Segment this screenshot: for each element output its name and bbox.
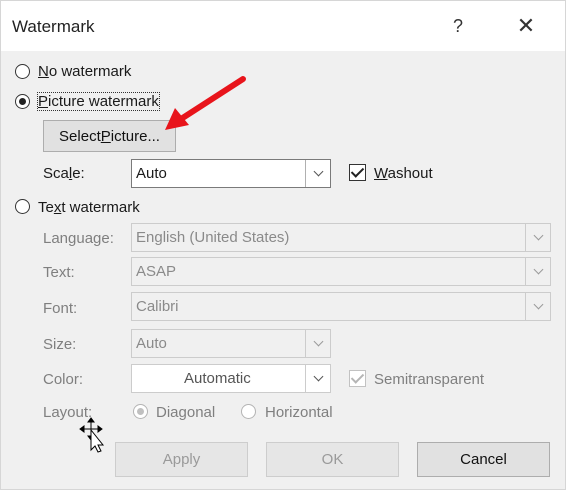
scale-value: Auto [136,165,167,182]
color-value: Automatic [184,370,251,387]
close-button[interactable]: ✕ [506,9,546,43]
picture-watermark-radio[interactable] [15,94,30,109]
red-arrow-annotation [165,76,246,130]
apply-button[interactable]: Apply [115,442,248,477]
no-watermark-radio[interactable] [15,64,30,79]
title-bar: Watermark ? ✕ [1,1,565,51]
scale-combo[interactable]: Auto [131,159,331,188]
diagonal-radio[interactable] [133,404,148,419]
cancel-button[interactable]: Cancel [417,442,550,477]
help-button[interactable]: ? [438,9,478,43]
checkmark-icon [350,370,365,384]
size-combo[interactable]: Auto [131,329,331,358]
text-label: Text: [43,264,75,281]
language-value: English (United States) [136,229,290,246]
size-label: Size: [43,336,77,353]
text-watermark-label[interactable]: Text watermark [38,199,140,216]
font-combo[interactable]: Calibri [131,292,551,321]
washout-checkbox[interactable] [349,164,366,181]
checkmark-icon [350,164,365,178]
font-label: Font: [43,300,78,317]
semitransparent-checkbox[interactable] [349,370,366,387]
language-combo[interactable]: English (United States) [131,223,551,252]
size-dropdown-button[interactable] [305,330,330,357]
language-label: Language: [43,230,114,247]
text-combo[interactable]: ASAP [131,257,551,286]
scale-label: Scale: [43,165,85,182]
no-watermark-label[interactable]: No watermark [38,63,131,80]
color-combo[interactable]: Automatic [131,364,331,393]
horizontal-radio[interactable] [241,404,256,419]
chevron-down-icon [313,371,323,382]
color-label: Color: [43,371,84,388]
semitransparent-label: Semitransparent [374,371,485,388]
horizontal-label: Horizontal [265,404,333,421]
chevron-down-icon [313,336,323,347]
chevron-down-icon [533,230,543,241]
diagonal-label: Diagonal [156,404,216,421]
arrow-shaft [178,76,246,122]
color-dropdown-button[interactable] [305,365,330,392]
picture-watermark-label[interactable]: Picture watermark [37,92,160,111]
chevron-down-icon [533,264,543,275]
ok-button[interactable]: OK [266,442,399,477]
scale-dropdown-button[interactable] [305,160,330,187]
text-value: ASAP [136,263,177,280]
chevron-down-icon [533,299,543,310]
move-cursor-icon [79,417,105,453]
font-dropdown-button[interactable] [525,293,550,320]
dialog-title: Watermark [12,17,95,36]
size-value: Auto [136,335,167,352]
font-value: Calibri [136,298,179,315]
watermark-dialog: Watermark ? ✕ No watermark Picture water… [0,0,566,490]
chevron-down-icon [313,166,323,177]
text-dropdown-button[interactable] [525,258,550,285]
washout-label[interactable]: Washout [374,165,433,182]
language-dropdown-button[interactable] [525,224,550,251]
text-watermark-radio[interactable] [15,199,30,214]
